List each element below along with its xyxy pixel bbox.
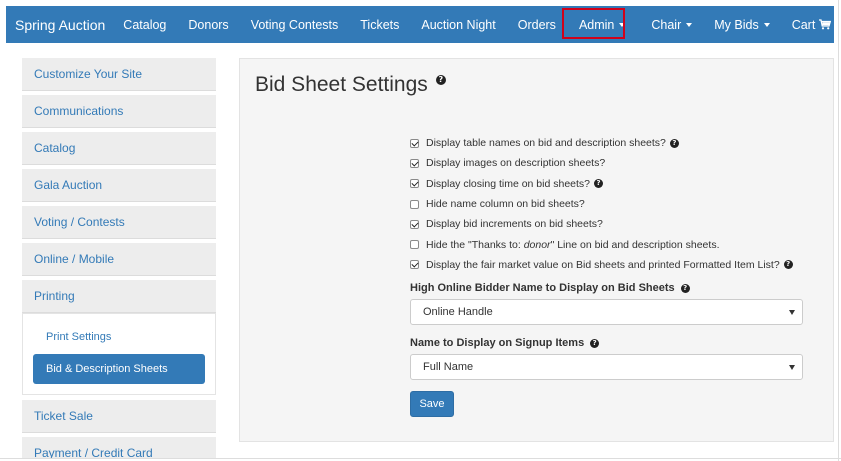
checkbox-row-fair-market-value: Display the fair market value on Bid she… — [410, 255, 793, 275]
checkbox-label-em: donor — [523, 238, 551, 251]
help-icon[interactable]: ? — [680, 283, 690, 293]
window-border-right — [838, 0, 839, 461]
nav-chair-label: Chair — [651, 17, 682, 32]
signup-select-value: Full Name — [423, 361, 474, 373]
sidebar-subitem-bid-description-sheets[interactable]: Bid & Description Sheets — [33, 354, 205, 384]
bid-sheet-settings-panel: Bid Sheet Settings ? Display table names… — [239, 58, 834, 442]
help-icon[interactable]: ? — [435, 75, 446, 85]
window-border-bottom — [0, 458, 841, 459]
checkbox-hide-thanks-to[interactable] — [410, 240, 419, 250]
sidebar-item-voting-contests[interactable]: Voting / Contests — [22, 206, 216, 239]
checkbox-row-images: Display images on description sheets? — [410, 153, 793, 173]
checkbox-label: Hide name column on bid sheets? — [426, 198, 585, 211]
high-bidder-label: High Online Bidder Name to Display on Bi… — [410, 282, 690, 294]
checkbox-bid-increments[interactable] — [410, 219, 419, 229]
save-button[interactable]: Save — [410, 391, 454, 417]
checkbox-label: Hide the "Thanks to: donor" Line on bid … — [426, 239, 720, 251]
sidebar-item-online-mobile[interactable]: Online / Mobile — [22, 243, 216, 276]
signup-label-text: Name to Display on Signup Items — [410, 337, 585, 349]
caret-down-icon — [763, 22, 770, 27]
caret-down-icon — [619, 22, 626, 27]
page-title: Bid Sheet Settings ? — [255, 73, 446, 97]
checkbox-list: Display table names on bid and descripti… — [410, 133, 793, 275]
nav-cart[interactable]: Cart — [792, 6, 832, 43]
help-icon[interactable]: ? — [594, 179, 604, 189]
sidebar-subitem-print-settings[interactable]: Print Settings — [33, 324, 205, 350]
help-icon[interactable]: ? — [783, 260, 793, 270]
signup-name-select[interactable]: Full Name — [410, 354, 803, 380]
checkbox-table-names[interactable] — [410, 138, 419, 148]
checkbox-closing-time[interactable] — [410, 179, 419, 189]
nav-auction-night[interactable]: Auction Night — [421, 6, 495, 43]
sidebar-item-gala-auction[interactable]: Gala Auction — [22, 169, 216, 202]
nav-catalog[interactable]: Catalog — [123, 6, 166, 43]
sidebar-item-ticket-sale[interactable]: Ticket Sale — [22, 400, 216, 433]
sidebar-item-printing[interactable]: Printing — [22, 280, 216, 313]
checkbox-row-hide-thanks-to: Hide the "Thanks to: donor" Line on bid … — [410, 234, 793, 254]
sidebar-item-communications[interactable]: Communications — [22, 95, 216, 128]
checkbox-row-closing-time: Display closing time on bid sheets? ? — [410, 174, 793, 194]
high-bidder-select-value: Online Handle — [423, 306, 493, 318]
checkbox-label: Display table names on bid and descripti… — [426, 137, 666, 150]
high-bidder-select[interactable]: Online Handle — [410, 299, 803, 325]
app-frame: Spring Auction Catalog Donors Voting Con… — [0, 0, 841, 461]
nav-orders[interactable]: Orders — [518, 6, 556, 43]
sidebar-item-payment-credit-card[interactable]: Payment / Credit Card — [22, 437, 216, 458]
brand-link[interactable]: Spring Auction — [6, 17, 114, 33]
checkbox-label: Display bid increments on bid sheets? — [426, 218, 603, 231]
checkbox-row-bid-increments: Display bid increments on bid sheets? — [410, 214, 793, 234]
checkbox-fair-market-value[interactable] — [410, 260, 419, 270]
chevron-down-icon — [789, 365, 795, 370]
sidebar: Customize Your Site Communications Catal… — [22, 58, 216, 458]
nav-admin-dropdown[interactable]: Admin — [578, 6, 626, 43]
cart-icon — [819, 19, 832, 30]
chevron-down-icon — [789, 310, 795, 315]
checkbox-row-hide-name-column: Hide name column on bid sheets? — [410, 194, 793, 214]
checkbox-label: Display the fair market value on Bid she… — [426, 258, 780, 271]
checkbox-row-table-names: Display table names on bid and descripti… — [410, 133, 793, 153]
checkbox-label-suffix: " Line on bid and description sheets. — [550, 238, 720, 251]
checkbox-label: Display images on description sheets? — [426, 157, 606, 170]
nav-voting-contests[interactable]: Voting Contests — [251, 6, 339, 43]
nav-chair-dropdown[interactable]: Chair — [651, 6, 693, 43]
nav-cart-label: Cart — [791, 17, 816, 32]
page-title-text: Bid Sheet Settings — [255, 73, 428, 96]
checkbox-label-prefix: Hide the "Thanks to: — [426, 238, 524, 251]
nav-my-bids-label: My Bids — [714, 17, 759, 32]
signup-label: Name to Display on Signup Items ? — [410, 337, 600, 349]
nav-donors[interactable]: Donors — [188, 6, 228, 43]
help-icon[interactable]: ? — [669, 138, 679, 148]
checkbox-images[interactable] — [410, 158, 419, 168]
sidebar-item-customize-your-site[interactable]: Customize Your Site — [22, 58, 216, 91]
nav-tickets[interactable]: Tickets — [360, 6, 399, 43]
sidebar-item-catalog[interactable]: Catalog — [22, 132, 216, 165]
help-icon[interactable]: ? — [590, 338, 600, 348]
nav-my-bids-dropdown[interactable]: My Bids — [714, 6, 770, 43]
caret-down-icon — [686, 22, 693, 27]
checkbox-label: Display closing time on bid sheets? — [426, 177, 591, 190]
top-navbar: Spring Auction Catalog Donors Voting Con… — [6, 6, 834, 43]
nav-admin-label: Admin — [578, 17, 615, 32]
high-bidder-label-text: High Online Bidder Name to Display on Bi… — [410, 282, 675, 294]
checkbox-hide-name-column[interactable] — [410, 199, 419, 209]
printing-submenu: Print Settings Bid & Description Sheets — [22, 313, 216, 395]
